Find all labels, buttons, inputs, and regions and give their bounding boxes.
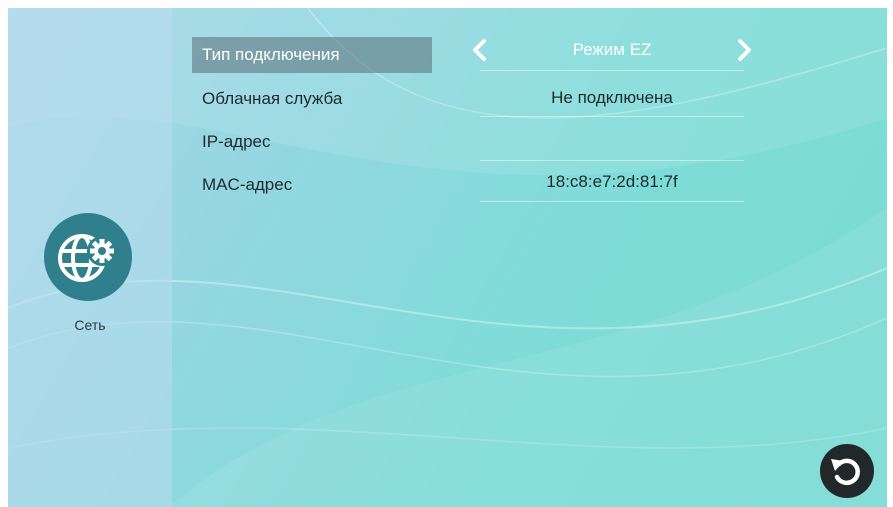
- setting-mac-address[interactable]: MAC-адрес: [192, 167, 432, 203]
- cloud-service-value: Не подключена: [551, 88, 673, 107]
- connection-type-value: Режим EZ: [572, 40, 652, 59]
- separator: [480, 160, 744, 161]
- setting-ip-address[interactable]: IP-адрес: [192, 124, 432, 160]
- separator: [480, 70, 744, 71]
- ip-address-value: [480, 124, 744, 160]
- mac-address-value: 18:c8:e7:2d:81:7f: [546, 172, 678, 191]
- back-button[interactable]: [820, 444, 874, 498]
- network-settings-icon[interactable]: [44, 213, 132, 301]
- separator: [480, 201, 744, 202]
- sidebar-category-label: Сеть: [74, 317, 106, 333]
- sidebar: Сеть: [8, 8, 172, 507]
- setting-cloud-service[interactable]: Облачная служба: [192, 81, 432, 117]
- settings-screen: Сеть Тип подключения Облачная служба IP-…: [8, 8, 887, 507]
- undo-icon: [831, 458, 860, 486]
- chevron-right-icon[interactable]: [734, 38, 754, 62]
- setting-connection-type[interactable]: Тип подключения: [192, 37, 432, 73]
- separator: [480, 116, 744, 117]
